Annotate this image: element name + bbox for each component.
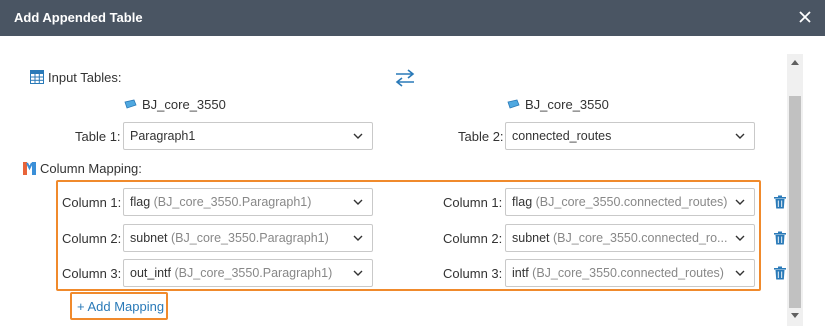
mapping-row2-left-name: subnet [130, 231, 168, 245]
close-icon[interactable] [795, 7, 815, 27]
table1-value: Paragraph1 [130, 129, 196, 143]
mapping-row2-left-label: Column 2: [62, 231, 122, 246]
chevron-down-icon [735, 199, 745, 205]
add-mapping-link[interactable]: + Add Mapping [77, 299, 164, 314]
column-mapping-label: Column Mapping: [40, 161, 142, 176]
mapping-row2-right-select[interactable]: subnet (BJ_core_3550.connected_ro... [505, 224, 755, 252]
mapping-row1-left-source: (BJ_core_3550.Paragraph1) [153, 195, 312, 209]
mapping-row1-left-label: Column 1: [62, 195, 122, 210]
trash-icon[interactable] [773, 266, 787, 280]
table2-select[interactable]: connected_routes [505, 122, 755, 150]
scrollbar-thumb[interactable] [789, 96, 801, 308]
mapping-row2-right-label: Column 2: [443, 231, 503, 246]
dialog-titlebar: Add Appended Table [0, 0, 825, 36]
input-tables-label: Input Tables: [48, 70, 122, 85]
mapping-row2-right-source: (BJ_core_3550.connected_ro... [553, 231, 728, 245]
mapping-row3-left-select[interactable]: out_intf (BJ_core_3550.Paragraph1) [123, 259, 373, 287]
mapping-row3-left-name: out_intf [130, 266, 172, 280]
mapping-row3-right-source: (BJ_core_3550.connected_routes) [532, 266, 724, 280]
chevron-down-icon [735, 133, 745, 139]
trash-icon[interactable] [773, 195, 787, 209]
mapping-row3-right-label: Column 3: [443, 266, 503, 281]
dialog-title: Add Appended Table [14, 10, 143, 25]
table2-label: Table 2: [458, 129, 504, 144]
scrollbar[interactable] [787, 54, 803, 326]
mapping-row1-left-select[interactable]: flag (BJ_core_3550.Paragraph1) [123, 188, 373, 216]
mapping-row3-left-source: (BJ_core_3550.Paragraph1) [174, 266, 333, 280]
trash-icon[interactable] [773, 231, 787, 245]
mapping-row1-right-source: (BJ_core_3550.connected_routes) [535, 195, 728, 209]
mapping-row2-left-source: (BJ_core_3550.Paragraph1) [171, 231, 329, 245]
mapping-row1-right-label: Column 1: [443, 195, 503, 210]
add-appended-table-dialog: Add Appended Table Input Tables: BJ_core… [0, 0, 825, 329]
chevron-down-icon [353, 270, 363, 276]
mapping-row1-right-name: flag [512, 195, 533, 209]
table-icon [30, 70, 44, 84]
mapping-icon [23, 162, 36, 175]
scroll-down-arrow-icon[interactable] [791, 313, 799, 318]
chevron-down-icon [735, 235, 745, 241]
database-icon [507, 99, 520, 109]
mapping-row2-right-name: subnet [512, 231, 550, 245]
left-source-label: BJ_core_3550 [142, 97, 226, 112]
scroll-up-arrow-icon[interactable] [791, 60, 799, 65]
swap-icon[interactable] [394, 68, 416, 88]
table2-value: connected_routes [512, 129, 612, 143]
mapping-row2-left-select[interactable]: subnet (BJ_core_3550.Paragraph1) [123, 224, 373, 252]
mapping-row1-left-name: flag [130, 195, 151, 209]
table1-label: Table 1: [75, 129, 121, 144]
chevron-down-icon [353, 199, 363, 205]
chevron-down-icon [353, 133, 363, 139]
mapping-row1-right-select[interactable]: flag (BJ_core_3550.connected_routes) [505, 188, 755, 216]
mapping-row3-right-select[interactable]: intf (BJ_core_3550.connected_routes) [505, 259, 755, 287]
chevron-down-icon [353, 235, 363, 241]
mapping-row3-right-name: intf [512, 266, 529, 280]
chevron-down-icon [735, 270, 745, 276]
table1-select[interactable]: Paragraph1 [123, 122, 373, 150]
mapping-row3-left-label: Column 3: [62, 266, 122, 281]
database-icon [124, 99, 137, 109]
right-source-label: BJ_core_3550 [525, 97, 609, 112]
